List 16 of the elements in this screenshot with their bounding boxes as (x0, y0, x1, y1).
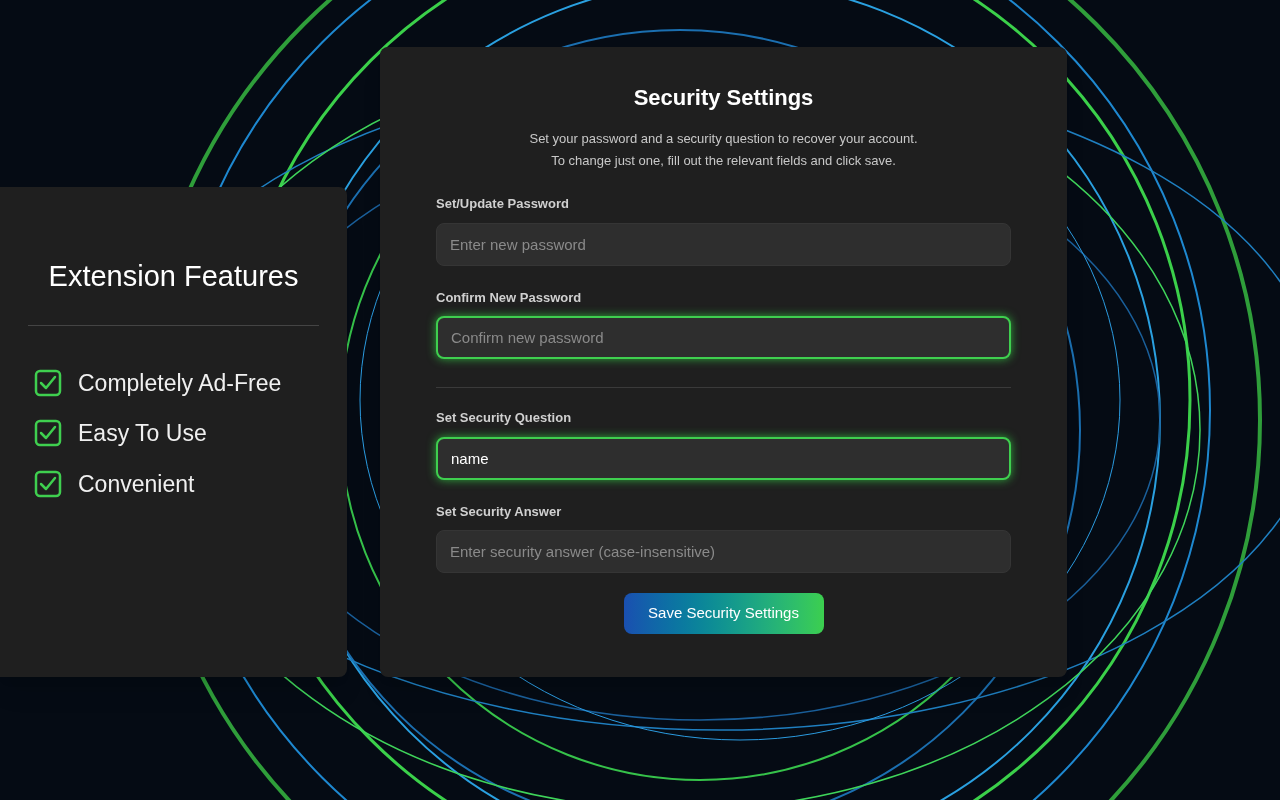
panel-title: Security Settings (632, 84, 815, 112)
input-field[interactable]: Enter security answer (case-insensitive) (436, 530, 1011, 573)
description-text: To change just one, fill out the relevant fields and click save. (551, 152, 896, 170)
field-label: Set/Update Password (436, 195, 570, 213)
field-label: Confirm New Password (436, 288, 583, 307)
feature-label: Easy To Use (78, 419, 207, 448)
feature-label: Completely Ad-Free (78, 368, 282, 398)
field-label: Set Security Question (436, 409, 573, 427)
input-field[interactable]: Confirm new password (436, 316, 1011, 359)
save-button[interactable]: Save Security Settings (623, 593, 824, 634)
field-label: Set Security Answer (436, 502, 563, 521)
input-field[interactable]: Enter new password (436, 222, 1011, 266)
input-field[interactable]: name (436, 436, 1011, 480)
feature-label: Convenient (78, 469, 195, 499)
description-text: Set your password and a security question to recover your account. (529, 130, 918, 148)
panel-title: Extension Features (48, 259, 299, 294)
